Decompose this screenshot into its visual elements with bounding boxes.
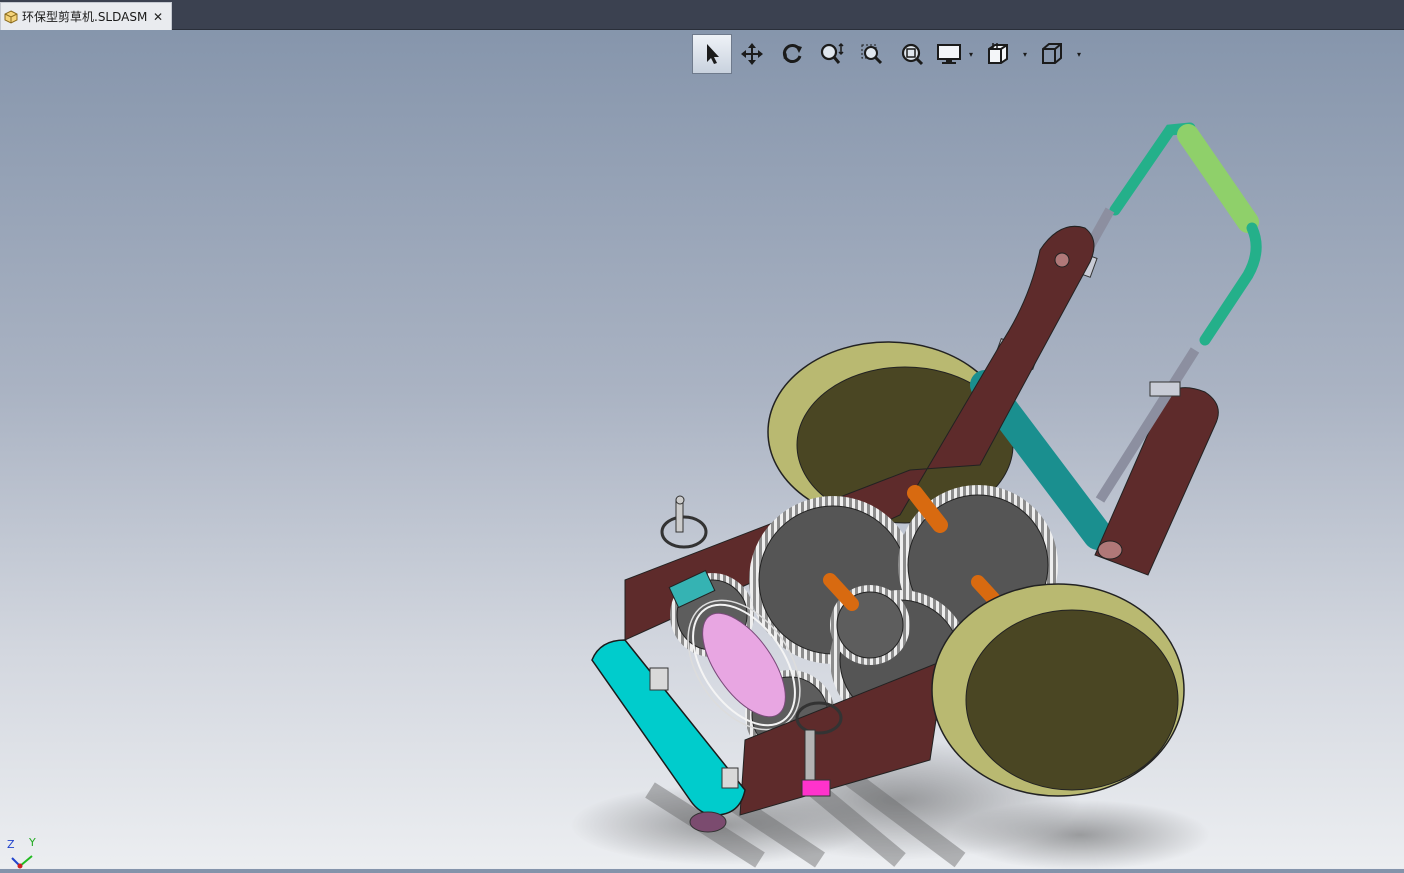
front-wheel[interactable] <box>931 583 1185 797</box>
height-adjust-handwheel-rear[interactable] <box>660 495 708 549</box>
triad-z-label: Z <box>7 838 15 851</box>
graphics-viewport[interactable] <box>0 0 1404 869</box>
reference-triad: Z Y <box>4 836 44 869</box>
triad-y-label: Y <box>29 836 36 849</box>
caster-wheel[interactable] <box>689 811 727 833</box>
